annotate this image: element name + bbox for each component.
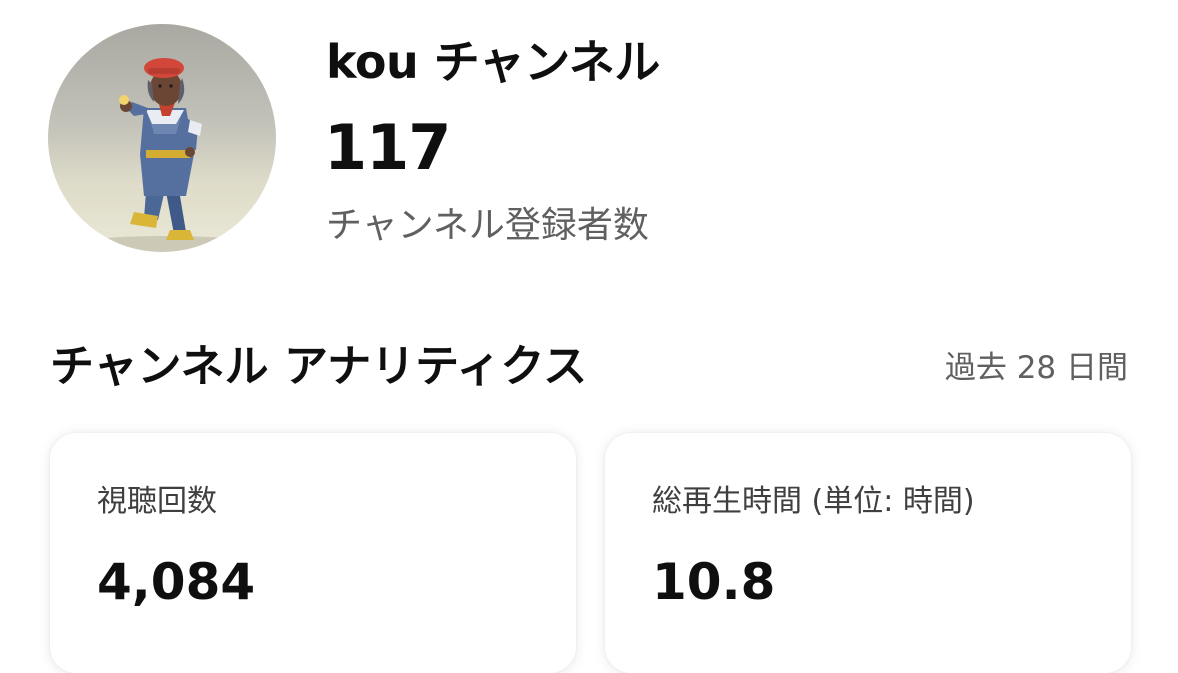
- views-value: 4,084: [97, 553, 256, 611]
- analytics-period: 過去 28 日間: [944, 350, 1128, 386]
- views-label: 視聴回数: [97, 484, 217, 519]
- subscriber-label: チャンネル登録者数: [326, 205, 649, 246]
- analytics-title: チャンネル アナリティクス: [50, 341, 588, 392]
- watch-time-card[interactable]: 総再生時間 (単位: 時間) 10.8: [605, 433, 1131, 673]
- avatar-character-image: [76, 58, 256, 252]
- channel-avatar[interactable]: [48, 24, 276, 252]
- watch-time-value: 10.8: [652, 553, 776, 611]
- watch-time-label: 総再生時間 (単位: 時間): [652, 484, 975, 519]
- channel-header: kou チャンネル 117 チャンネル登録者数: [48, 22, 1138, 254]
- channel-name[interactable]: kou チャンネル: [326, 32, 660, 92]
- views-card[interactable]: 視聴回数 4,084: [50, 433, 576, 673]
- subscriber-count: 117: [324, 111, 451, 184]
